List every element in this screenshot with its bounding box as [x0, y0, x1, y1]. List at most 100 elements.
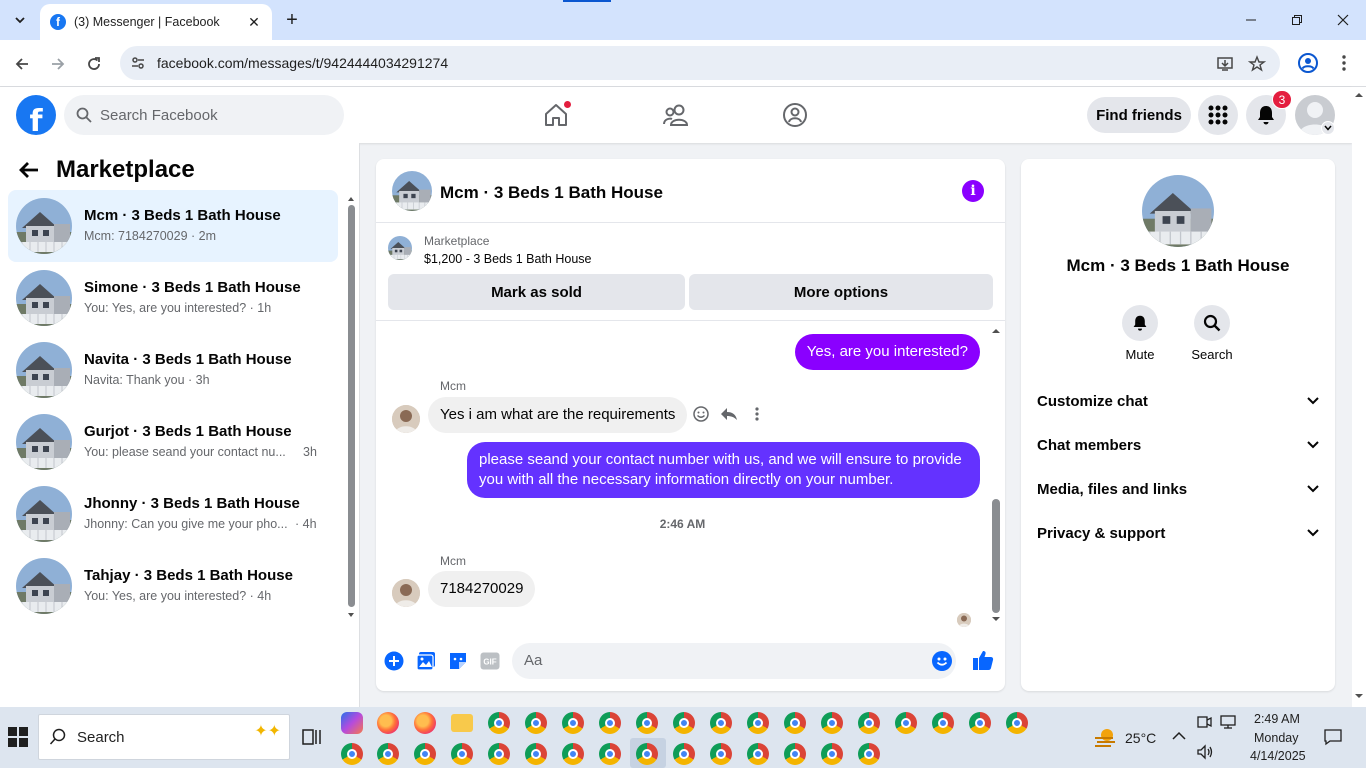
conversation-item-jhonny[interactable]: Jhonny · 3 Beds 1 Bath House Jhonny: Can…: [8, 478, 338, 550]
mark-as-sold-button[interactable]: Mark as sold: [388, 274, 685, 310]
notification-center-icon[interactable]: [1324, 728, 1342, 746]
privacy-support-row[interactable]: Privacy & support: [1037, 511, 1319, 555]
chrome-icon[interactable]: [599, 712, 621, 734]
media-files-links-row[interactable]: Media, files and links: [1037, 467, 1319, 511]
chrome-profile-icon[interactable]: [1296, 51, 1320, 75]
chrome-icon[interactable]: [784, 712, 806, 734]
chrome-icon[interactable]: [710, 712, 732, 734]
conversation-item-simone[interactable]: Simone · 3 Beds 1 Bath House You: Yes, a…: [8, 262, 338, 334]
chrome-icon[interactable]: [636, 743, 658, 765]
restore-button[interactable]: [1274, 6, 1320, 34]
back-arrow-button[interactable]: [18, 160, 46, 184]
chrome-icon[interactable]: [932, 712, 954, 734]
chrome-icon[interactable]: [341, 743, 363, 765]
chrome-icon[interactable]: [969, 712, 991, 734]
chrome-icon[interactable]: [599, 743, 621, 765]
conversation-item-tahjay[interactable]: Tahjay · 3 Beds 1 Bath House You: Yes, a…: [8, 550, 338, 622]
windows-start-icon[interactable]: [8, 727, 28, 747]
tab-search-button[interactable]: [6, 6, 34, 34]
conversation-item-gurjot[interactable]: Gurjot · 3 Beds 1 Bath House You: please…: [8, 406, 338, 478]
firefox-icon[interactable]: [414, 712, 436, 734]
forward-button[interactable]: [44, 50, 72, 78]
chrome-icon[interactable]: [821, 712, 843, 734]
new-tab-button[interactable]: +: [280, 8, 304, 32]
chrome-icon[interactable]: [525, 743, 547, 765]
chevron-up-icon[interactable]: [1172, 731, 1186, 741]
groups-nav-button[interactable]: [779, 99, 811, 131]
close-tab-icon[interactable]: ✕: [246, 14, 262, 30]
chrome-icon[interactable]: [488, 743, 510, 765]
emoji-icon[interactable]: [932, 651, 952, 671]
back-button[interactable]: [8, 50, 36, 78]
network-icon[interactable]: [1220, 714, 1236, 730]
weather-icon[interactable]: [1093, 726, 1117, 748]
reply-arrow-icon[interactable]: [720, 405, 738, 423]
file-explorer-icon[interactable]: [451, 714, 473, 732]
outgoing-message[interactable]: please seand your contact number with us…: [467, 442, 980, 498]
facebook-search-input[interactable]: Search Facebook: [64, 95, 344, 135]
close-window-button[interactable]: [1320, 6, 1366, 34]
listing-thumbnail[interactable]: [388, 236, 412, 260]
chat-listing-thumbnail[interactable]: [392, 171, 432, 211]
meet-now-icon[interactable]: [1196, 714, 1212, 730]
listing-price[interactable]: $1,200 - 3 Beds 1 Bath House: [424, 252, 591, 266]
mute-button[interactable]: Mute: [1110, 305, 1170, 362]
sidebar-scrollbar[interactable]: [346, 195, 356, 621]
account-chevron-icon[interactable]: [1321, 121, 1335, 135]
chrome-icon[interactable]: [525, 712, 547, 734]
chrome-icon[interactable]: [1006, 712, 1028, 734]
clock-day[interactable]: Monday: [1254, 731, 1298, 745]
reload-button[interactable]: [80, 50, 108, 78]
scroll-thumb[interactable]: [992, 499, 1000, 613]
install-app-icon[interactable]: [1216, 55, 1234, 73]
chrome-icon[interactable]: [858, 743, 880, 765]
search-in-chat-button[interactable]: Search: [1182, 305, 1242, 362]
chrome-icon[interactable]: [488, 712, 510, 734]
taskbar-search-input[interactable]: Search ✦✦: [38, 714, 290, 760]
chrome-icon[interactable]: [895, 712, 917, 734]
chrome-icon[interactable]: [562, 712, 584, 734]
chrome-icon[interactable]: [858, 712, 880, 734]
chrome-icon[interactable]: [710, 743, 732, 765]
sticker-icon[interactable]: [448, 651, 468, 671]
more-dots-icon[interactable]: [748, 405, 766, 423]
chrome-icon[interactable]: [747, 743, 769, 765]
chrome-icon[interactable]: [821, 743, 843, 765]
minimize-button[interactable]: [1228, 6, 1274, 34]
chrome-icon[interactable]: [747, 712, 769, 734]
weather-temp[interactable]: 25°C: [1125, 730, 1156, 746]
chrome-icon[interactable]: [673, 743, 695, 765]
outgoing-message[interactable]: Yes, are you interested?: [794, 334, 980, 370]
conversation-item-navita[interactable]: Navita · 3 Beds 1 Bath House Navita: Tha…: [8, 334, 338, 406]
page-scrollbar[interactable]: [1352, 87, 1366, 707]
friends-nav-button[interactable]: [660, 99, 692, 131]
conversation-item-mcm[interactable]: Mcm · 3 Beds 1 Bath House Mcm: 718427002…: [8, 190, 338, 262]
chat-title[interactable]: Mcm · 3 Beds 1 Bath House: [440, 183, 663, 203]
firefox-icon[interactable]: [377, 712, 399, 734]
photo-icon[interactable]: [416, 651, 436, 671]
sender-avatar[interactable]: [392, 579, 420, 607]
chrome-icon[interactable]: [784, 743, 806, 765]
site-settings-icon[interactable]: [130, 55, 146, 71]
volume-icon[interactable]: [1196, 744, 1214, 760]
chrome-icon[interactable]: [414, 743, 436, 765]
chat-members-row[interactable]: Chat members: [1037, 423, 1319, 467]
find-friends-button[interactable]: Find friends: [1087, 97, 1191, 133]
gif-icon[interactable]: GIF: [480, 651, 500, 671]
more-options-button[interactable]: More options: [689, 274, 993, 310]
copilot-icon[interactable]: [341, 712, 363, 734]
sender-avatar[interactable]: [392, 405, 420, 433]
plus-circle-icon[interactable]: [384, 651, 404, 671]
chrome-icon[interactable]: [673, 712, 695, 734]
task-view-icon[interactable]: [302, 727, 322, 747]
chat-scrollbar[interactable]: [989, 323, 1003, 629]
facebook-logo-icon[interactable]: f: [16, 95, 56, 135]
chrome-menu-button[interactable]: [1334, 51, 1354, 75]
browser-tab[interactable]: f (3) Messenger | Facebook ✕: [40, 4, 272, 40]
clock-date[interactable]: 4/14/2025: [1250, 749, 1306, 763]
listing-large-thumbnail[interactable]: [1142, 175, 1214, 247]
address-bar[interactable]: facebook.com/messages/t/9424444034291274: [120, 46, 1280, 80]
chrome-icon[interactable]: [377, 743, 399, 765]
thumbs-up-icon[interactable]: [972, 649, 994, 671]
menu-grid-button[interactable]: [1198, 95, 1238, 135]
